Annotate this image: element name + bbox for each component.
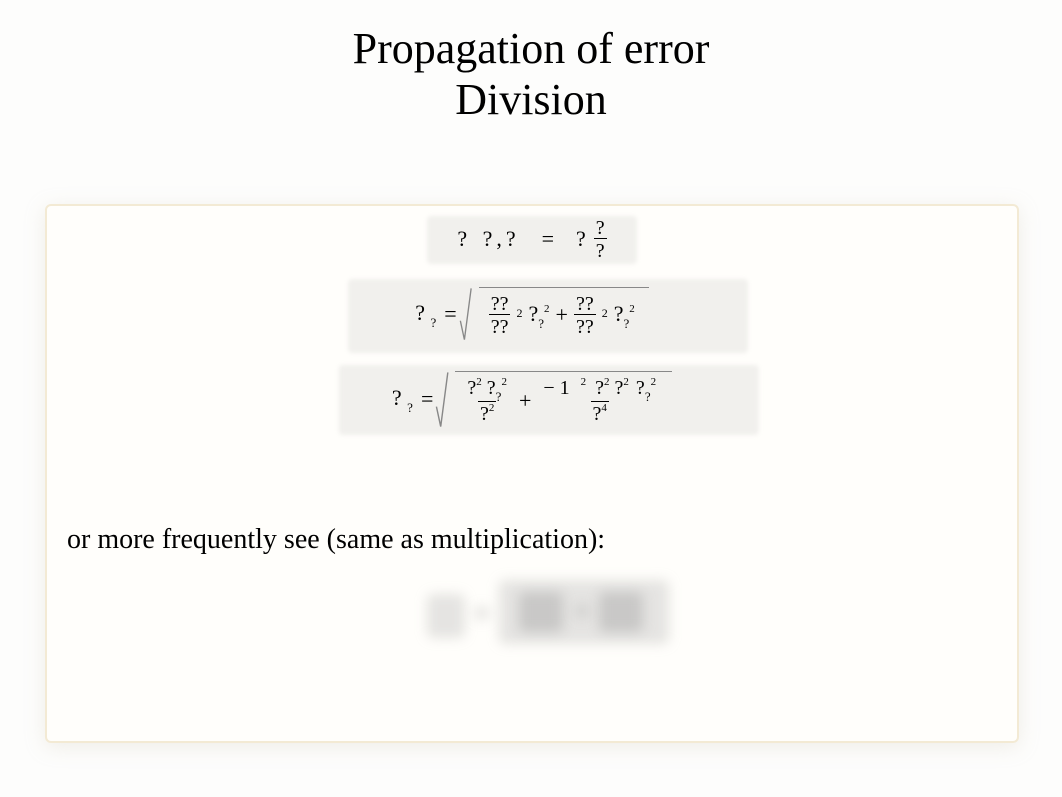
slide: Propagation of error Division ? ? , ? = …	[0, 24, 1062, 797]
eq1-rhs-den: ?	[594, 238, 607, 261]
eq1-lhs-arg2: ?	[506, 226, 516, 252]
eq3-t1-denp: 2	[489, 402, 495, 414]
equation-area: ? ? , ? = ? ? ?	[47, 206, 1017, 428]
slide-title: Propagation of error Division	[0, 24, 1062, 125]
eq2-term1-num: ??	[489, 294, 511, 314]
eq2-s1: ?	[528, 301, 538, 326]
eq2-plus: +	[556, 302, 568, 328]
eq3-t1-bsub: ?	[496, 389, 502, 404]
eq3-t2-bp: 2	[604, 376, 610, 388]
eq3-t2-dp: 2	[651, 376, 657, 388]
eq3-term1-frac: ?2 ??2 ?2	[465, 378, 509, 424]
radical-icon	[441, 371, 455, 428]
eq1-lhs-comma: ,	[496, 226, 502, 252]
eq2-lhs: ?	[415, 300, 425, 325]
eq3-neg1p: 2	[581, 376, 587, 388]
radical-icon	[465, 287, 479, 341]
eq1-lhs-arg1: ?	[483, 226, 493, 252]
eq2-term2-exp: 2	[602, 306, 608, 320]
eq2-s2-sub: ?	[623, 316, 629, 331]
content-box: ? ? , ? = ? ? ?	[45, 204, 1019, 743]
note-text: or more frequently see (same as multipli…	[67, 524, 605, 556]
eq2-lhs-sub: ?	[431, 315, 437, 330]
equation-3: ? ? = ?2 ??2	[47, 371, 1017, 428]
eq2-s1-sub: ?	[538, 316, 544, 331]
blurred-equation-4	[427, 576, 687, 656]
eq3-plus: +	[519, 388, 531, 414]
eq2-term2-frac: ?? ??	[574, 294, 596, 337]
eq2-equals: =	[444, 301, 456, 327]
eq1-lhs-f: ?	[457, 226, 467, 252]
eq3-lhs-sub: ?	[407, 400, 413, 415]
eq3-t2-b: ?	[595, 377, 604, 399]
eq3-t1-b: ?	[487, 377, 496, 399]
eq3-t1-bp: 2	[501, 376, 507, 388]
eq2-s2: ?	[614, 301, 624, 326]
equation-1: ? ? , ? = ? ? ?	[47, 218, 1017, 261]
eq2-radical: ?? ?? 2 ??2 + ??	[465, 287, 649, 341]
eq1-equals: =	[542, 226, 554, 252]
eq3-radical: ?2 ??2 ?2 + −	[441, 371, 672, 428]
eq2-term2-num: ??	[574, 294, 596, 314]
eq2-s1-exp: 2	[544, 303, 550, 315]
eq3-t1-den: ?	[480, 403, 489, 425]
eq1-rhs-num: ?	[594, 218, 607, 238]
eq3-t2-denp: 4	[601, 402, 607, 414]
eq1-rhs-frac: ? ?	[594, 218, 607, 261]
title-line-2: Division	[0, 75, 1062, 126]
eq2-term1-exp: 2	[516, 306, 522, 320]
eq2-term2-den: ??	[574, 314, 596, 337]
equation-2: ? ? = ?? ??	[47, 287, 1017, 341]
eq2-s2-exp: 2	[629, 303, 635, 315]
eq3-t1-a: ?	[467, 377, 476, 399]
eq3-t2-d: ?	[636, 377, 645, 399]
eq3-t1-ap: 2	[476, 376, 482, 388]
eq3-term2-frac: − 1 2 ?2 ?2 ??2	[541, 378, 658, 424]
eq1-rhs-coef: ?	[576, 226, 586, 252]
eq3-equals: =	[421, 386, 433, 412]
eq3-neg1: − 1	[543, 377, 569, 399]
eq3-lhs: ?	[392, 385, 402, 410]
title-line-1: Propagation of error	[0, 24, 1062, 75]
eq3-t2-dsub: ?	[645, 389, 651, 404]
eq2-term1-den: ??	[489, 314, 511, 337]
eq2-term1-frac: ?? ??	[489, 294, 511, 337]
eq3-t2-cp: 2	[623, 376, 629, 388]
